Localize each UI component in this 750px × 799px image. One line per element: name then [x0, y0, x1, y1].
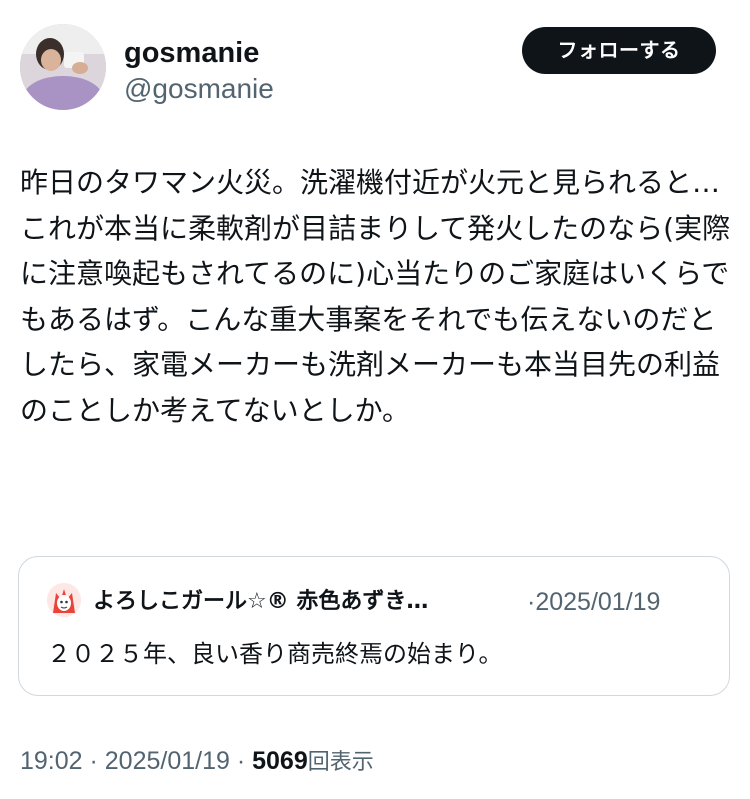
quoted-author-name: よろしこガール☆® 赤色あずき…	[93, 589, 429, 614]
author-display-name[interactable]: gosmanie	[124, 36, 259, 70]
meta-separator: ·	[82, 747, 105, 775]
author-handle[interactable]: @gosmanie	[124, 72, 274, 106]
tweet-text: 昨日のタワマン火災。洗濯機付近が火元と見られると…これが本当に柔軟剤が目詰まりし…	[20, 166, 731, 427]
views-count: 5069	[252, 747, 308, 775]
tweet-card: gosmanie @gosmanie フォローする 昨日のタワマン火災。洗濯機付…	[0, 0, 750, 799]
follow-button[interactable]: フォローする	[522, 27, 716, 74]
quoted-date: ·2025/01/19	[527, 587, 660, 617]
tweet-time[interactable]: 19:02	[20, 747, 83, 775]
quoted-tweet[interactable]: よろしこガール☆® 赤色あずき… ·2025/01/19 ２０２５年、良い香り商…	[18, 556, 730, 696]
quoted-date-value: 2025/01/19	[535, 588, 661, 616]
meta-separator: ·	[229, 747, 253, 775]
quoted-text: ２０２５年、良い香り商売終焉の始まり。	[47, 640, 503, 668]
views-label: 回表示	[307, 750, 374, 775]
anime-girl-avatar-icon	[47, 583, 81, 617]
tweet-date[interactable]: 2025/01/19	[105, 747, 230, 775]
profile-photo-icon[interactable]	[20, 24, 106, 110]
tweet-meta: 19:02 · 2025/01/19 · 5069回表示	[20, 744, 374, 780]
